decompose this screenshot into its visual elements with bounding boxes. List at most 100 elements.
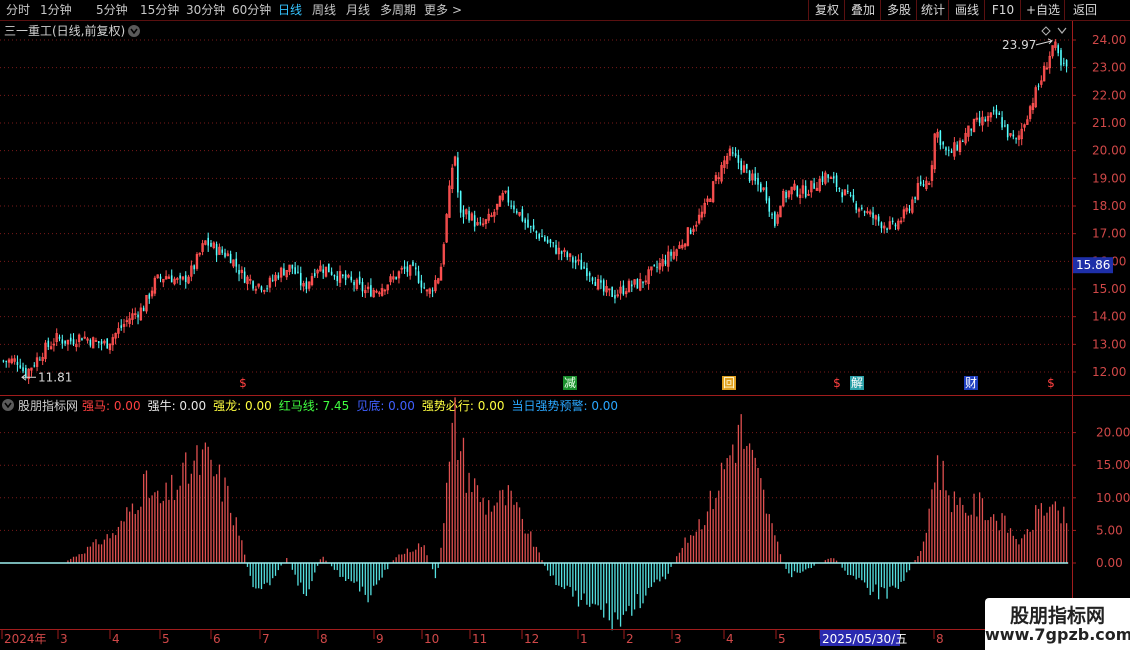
candle-body [350, 276, 353, 281]
candle-body [1065, 60, 1068, 67]
candle-body [459, 191, 462, 213]
indicator-legend-item: 强马: 0.00 [82, 399, 141, 413]
candle-body [521, 209, 524, 222]
candle-body [19, 365, 22, 368]
draw-line-button[interactable]: 画线 [948, 0, 985, 20]
date-axis-label: 3 [60, 632, 68, 646]
multi-stock-button[interactable]: 多股 [880, 0, 917, 20]
date-axis-label: 12 [524, 632, 539, 646]
candle-body [586, 268, 588, 277]
period-1min[interactable]: 1分钟 [40, 2, 72, 18]
overlay-button[interactable]: 叠加 [844, 0, 881, 20]
candle-body [305, 281, 308, 290]
candle-body [395, 276, 397, 280]
event-marker: 解 [851, 376, 863, 390]
period-60min[interactable]: 60分钟 [232, 2, 271, 18]
candle-body [863, 211, 866, 213]
candle-body [872, 212, 874, 219]
candle-body [549, 239, 552, 244]
candle-body [184, 275, 187, 283]
indicator-legend-item: 强牛: 0.00 [148, 398, 207, 413]
candle-body [69, 337, 72, 342]
candle-body [600, 280, 602, 283]
period-15min[interactable]: 15分钟 [140, 2, 179, 18]
candle-body [313, 273, 316, 277]
date-axis-label: 9 [376, 632, 384, 646]
candle-body [748, 170, 751, 181]
candle-body [170, 275, 173, 283]
period-more[interactable]: 更多 [424, 2, 448, 18]
period-daily[interactable]: 日线 [278, 2, 302, 18]
candle-body [614, 295, 616, 299]
statistics-button[interactable]: 统计 [916, 0, 949, 20]
candle-body [2, 360, 5, 362]
period-5min[interactable]: 5分钟 [96, 2, 128, 18]
candle-body [100, 341, 103, 344]
period-monthly[interactable]: 月线 [346, 2, 370, 18]
price-tick-label: 12.00 [1092, 365, 1126, 379]
candle-body [358, 276, 361, 284]
candle-body [97, 341, 100, 343]
watermark-logo: 股朋指标网 www.7gpzb.com [985, 598, 1130, 650]
candle-body [61, 339, 64, 344]
candle-body [942, 142, 944, 145]
candle-body [1006, 124, 1009, 138]
f10-button[interactable]: F10 [984, 0, 1021, 20]
indicator-panel: 股朋指标网 强马: 0.00 强牛: 0.00 强龙: 0.00 红马线: 7.45 见底… [0, 397, 1072, 631]
candle-body [403, 266, 406, 270]
candle-body [552, 242, 555, 244]
date-axis-label: 2 [626, 632, 634, 646]
main-price-panel: 三一重工(日线,前复权) 23.97 11.81 $ 减 回 $ 解 财 $ [0, 23, 1072, 390]
candle-body [215, 243, 218, 256]
candle-body [344, 274, 347, 280]
chevron-right-icon[interactable]: > [452, 2, 462, 18]
candle-body [572, 257, 574, 263]
price-tick-label: 24.00 [1092, 33, 1126, 47]
event-marker: 减 [564, 376, 576, 390]
candle-body [541, 235, 543, 238]
candle-body [760, 183, 762, 192]
candle-body [266, 288, 268, 290]
candle-body [473, 215, 476, 227]
indicator-tick-label: 10.00 [1096, 491, 1130, 505]
candle-body [1060, 50, 1062, 66]
candle-body [81, 338, 83, 341]
indicator-tick-label: 5.00 [1096, 523, 1123, 537]
candle-body [333, 275, 336, 277]
watermark-title: 股朋指标网 [1009, 605, 1105, 627]
chevron-down-icon [1057, 27, 1067, 34]
candle-body [745, 164, 748, 169]
period-fenshi[interactable]: 分时 [6, 2, 30, 18]
period-30min[interactable]: 30分钟 [186, 2, 225, 18]
main-chart-title: 三一重工(日线,前复权) [4, 23, 125, 38]
candle-body [740, 160, 742, 171]
period-multi[interactable]: 多周期 [380, 2, 416, 18]
adjust-button[interactable]: 复权 [808, 0, 845, 20]
candle-body [546, 239, 549, 243]
candle-body [962, 141, 964, 143]
date-axis-label: 1 [580, 632, 588, 646]
candle-body [998, 113, 1001, 115]
candle-body [653, 265, 656, 267]
price-tick-label: 14.00 [1092, 310, 1126, 324]
candle-body [535, 231, 538, 234]
price-tick-label: 18.00 [1092, 199, 1126, 213]
candle-body [159, 276, 162, 279]
period-weekly[interactable]: 周线 [312, 2, 336, 18]
period-toolbar: 分时 1分钟 5分钟 15分钟 30分钟 60分钟 日线 周线 月线 多周期 更… [0, 0, 1130, 21]
candle-body [417, 271, 420, 283]
candle-body [336, 275, 339, 282]
add-watchlist-button[interactable]: +自选 [1020, 0, 1065, 20]
indicator-legend-item: 当日强势预警: 0.00 [511, 398, 618, 413]
candle-body [322, 269, 325, 273]
date-axis-label: 5 [162, 632, 170, 646]
back-button[interactable]: 返回 [1064, 0, 1130, 20]
price-tick-label: 21.00 [1092, 116, 1126, 130]
event-marker: $ [833, 376, 841, 390]
price-tick-label: 22.00 [1092, 88, 1126, 102]
candle-body [622, 285, 625, 295]
candle-body [515, 211, 518, 213]
candle-body [33, 365, 36, 367]
candle-body [846, 190, 849, 192]
candle-body [583, 266, 585, 269]
